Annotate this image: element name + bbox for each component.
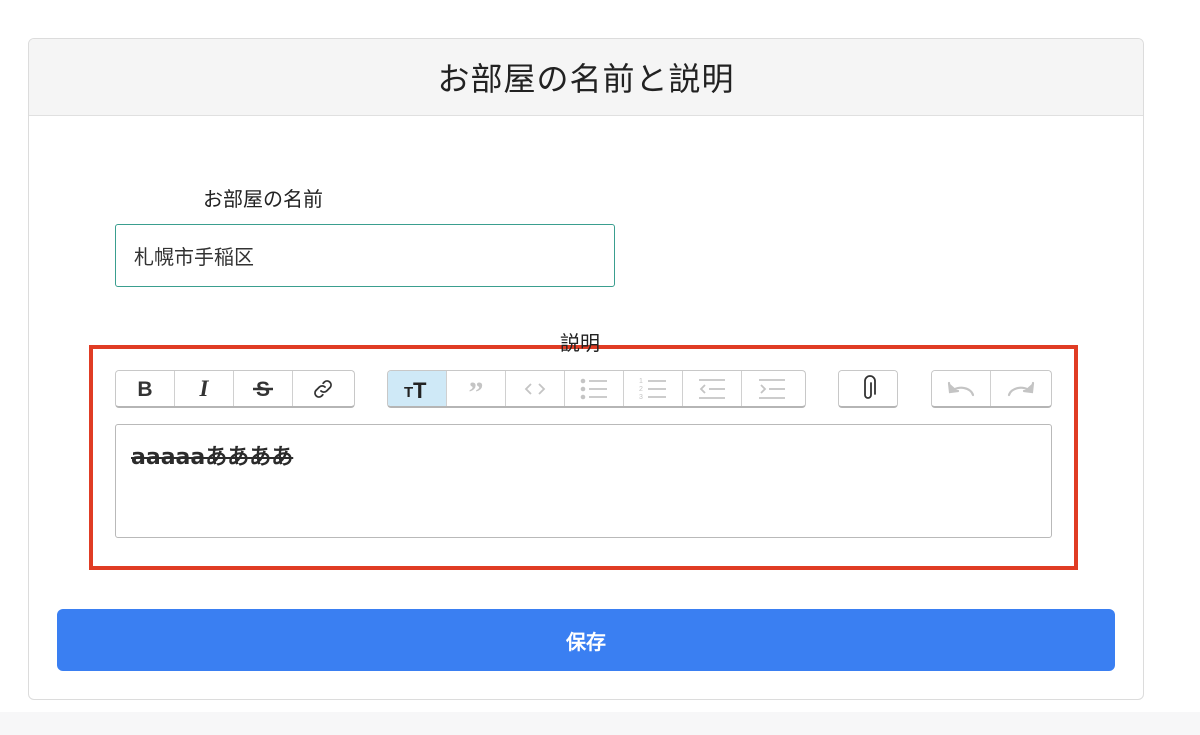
redo-icon: [1007, 381, 1034, 396]
page-background: [0, 712, 1200, 735]
numbered-list-icon: 1 2 3: [639, 378, 666, 401]
undo-button[interactable]: [932, 371, 991, 406]
code-icon: [524, 382, 546, 395]
heading-icon: T T: [404, 378, 427, 400]
save-button[interactable]: 保存: [57, 609, 1115, 671]
text-format-toolbar: B I S: [115, 370, 355, 408]
outdent-icon: [699, 378, 725, 399]
strikethrough-icon: S: [253, 378, 273, 401]
description-text: aaaaaああああ: [131, 445, 294, 470]
history-toolbar: [931, 370, 1052, 408]
code-button[interactable]: [506, 371, 565, 406]
svg-text:3: 3: [639, 394, 643, 401]
redo-button[interactable]: [991, 371, 1050, 406]
bold-button[interactable]: B: [116, 371, 175, 406]
indent-icon: [758, 378, 785, 399]
description-label: 説明: [560, 331, 600, 355]
description-editor[interactable]: aaaaaああああ: [115, 424, 1052, 538]
svg-text:B: B: [137, 378, 152, 400]
svg-text:”: ”: [469, 378, 484, 400]
quote-button[interactable]: ”: [447, 371, 506, 406]
link-icon: [313, 379, 332, 398]
undo-icon: [947, 381, 975, 396]
outdent-button[interactable]: [683, 371, 742, 406]
page-title: お部屋の名前と説明: [437, 60, 735, 98]
svg-text:T: T: [404, 384, 413, 400]
file-toolbar: [838, 370, 898, 408]
block-format-toolbar: T T ” 1 2 3: [387, 370, 806, 408]
italic-button[interactable]: I: [175, 371, 234, 406]
card-header: お部屋の名前と説明: [29, 39, 1143, 116]
attach-icon: [864, 374, 876, 399]
quote-icon: ”: [469, 378, 484, 400]
indent-button[interactable]: [742, 371, 801, 406]
svg-text:T: T: [413, 378, 427, 400]
heading-button[interactable]: T T: [388, 371, 447, 406]
room-name-input[interactable]: [115, 224, 615, 287]
svg-text:I: I: [199, 378, 210, 400]
strikethrough-button[interactable]: S: [234, 371, 293, 406]
bold-icon: B: [137, 378, 152, 400]
numbered-list-button[interactable]: 1 2 3: [624, 371, 683, 406]
svg-text:1: 1: [639, 378, 643, 385]
link-button[interactable]: [293, 371, 352, 406]
bullet-list-button[interactable]: [565, 371, 624, 406]
attach-button[interactable]: [839, 371, 897, 406]
italic-icon: I: [199, 378, 210, 400]
room-name-label: お部屋の名前: [203, 187, 323, 211]
bullet-list-icon: [580, 378, 607, 399]
svg-text:2: 2: [639, 386, 643, 393]
